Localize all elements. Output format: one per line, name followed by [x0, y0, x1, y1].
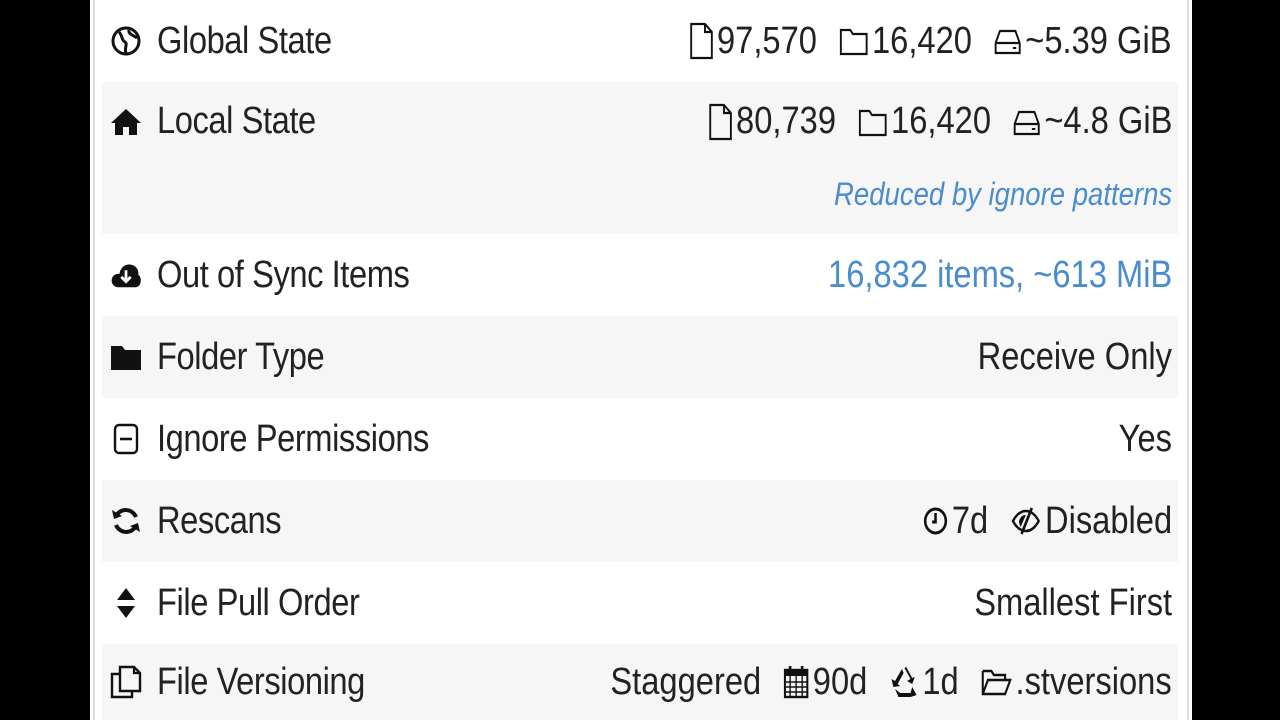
global-folders-count: 16,420: [872, 19, 973, 62]
ignore-permissions-row: Ignore Permissions Yes: [102, 398, 1178, 480]
global-files-count: 97,570: [717, 19, 818, 62]
hdd-icon: [995, 27, 1026, 55]
folder-type-values: Receive Only: [978, 336, 1172, 379]
rescans-row: Rescans 7d Disabled: [102, 480, 1178, 562]
global-size: ~5.39 GiB: [1025, 19, 1172, 62]
file-pull-order-label: File Pull Order: [157, 581, 360, 624]
folder-outline-icon: [858, 107, 891, 137]
hdd-icon: [1013, 108, 1044, 136]
folder-details-panel: Global State 97,570 16,420 ~5.39 GiB Loc…: [90, 0, 1192, 720]
versioning-path: .stversions: [1015, 660, 1172, 703]
global-state-label: Global State: [157, 19, 332, 62]
versioning-cleanup: 1d: [922, 660, 960, 703]
watch-status: Disabled: [1044, 499, 1172, 542]
ignore-permissions-values: Yes: [1119, 418, 1172, 461]
rescan-interval: 7d: [951, 499, 989, 542]
local-folders-count: 16,420: [890, 100, 991, 142]
folder-type-label: Folder Type: [157, 335, 325, 378]
refresh-icon: [110, 505, 142, 537]
eye-slash-icon: [1010, 506, 1044, 536]
local-state-label: Local State: [157, 100, 316, 142]
folder-open-icon: [981, 667, 1015, 697]
out-of-sync-link[interactable]: 16,832 items, ~613 MiB: [828, 254, 1172, 297]
sort-icon: [110, 587, 142, 619]
global-state-values: 97,570 16,420 ~5.39 GiB: [690, 20, 1172, 63]
local-state-row: Local State 80,739 16,420 ~4.8 GiB Reduc…: [102, 82, 1178, 234]
out-of-sync-values: 16,832 items, ~613 MiB: [828, 254, 1172, 297]
global-state-row: Global State 97,570 16,420 ~5.39 GiB: [102, 0, 1178, 82]
ignore-permissions-label: Ignore Permissions: [157, 417, 429, 460]
file-versioning-values: Staggered 90d 1d .stversions: [611, 661, 1172, 704]
clock-icon: [922, 506, 951, 536]
local-state-values: 80,739 16,420 ~4.8 GiB: [708, 100, 1172, 143]
file-pull-order-row: File Pull Order Smallest First: [102, 562, 1178, 644]
versioning-type: Staggered: [610, 660, 762, 703]
out-of-sync-row: Out of Sync Items 16,832 items, ~613 MiB: [102, 234, 1178, 316]
file-pull-order-value: Smallest First: [974, 581, 1172, 624]
file-icon: [690, 22, 718, 60]
ignore-patterns-link[interactable]: Reduced by ignore patterns: [834, 176, 1172, 213]
rescans-values: 7d Disabled: [922, 500, 1172, 543]
copy-icon: [110, 665, 142, 699]
folder-type-value: Receive Only: [977, 335, 1172, 378]
file-versioning-row: File Versioning Staggered 90d 1d .stvers…: [102, 644, 1178, 720]
rescans-label: Rescans: [157, 499, 282, 542]
folder-outline-icon: [840, 26, 873, 56]
folder-type-row: Folder Type Receive Only: [102, 316, 1178, 398]
versioning-max-age: 90d: [813, 660, 868, 703]
local-files-count: 80,739: [735, 100, 836, 142]
file-icon: [708, 103, 736, 141]
folder-icon: [110, 341, 142, 373]
file-pull-order-values: Smallest First: [974, 582, 1172, 625]
local-size: ~4.8 GiB: [1043, 100, 1172, 142]
cloud-download-icon: [110, 259, 142, 291]
minus-square-icon: [110, 423, 142, 455]
calendar-icon: [784, 665, 813, 699]
ignore-permissions-value: Yes: [1118, 417, 1172, 460]
file-versioning-label: File Versioning: [157, 660, 365, 703]
recycle-icon: [890, 665, 923, 699]
globe-icon: [110, 25, 142, 57]
out-of-sync-label: Out of Sync Items: [157, 253, 410, 296]
home-icon: [110, 106, 142, 138]
